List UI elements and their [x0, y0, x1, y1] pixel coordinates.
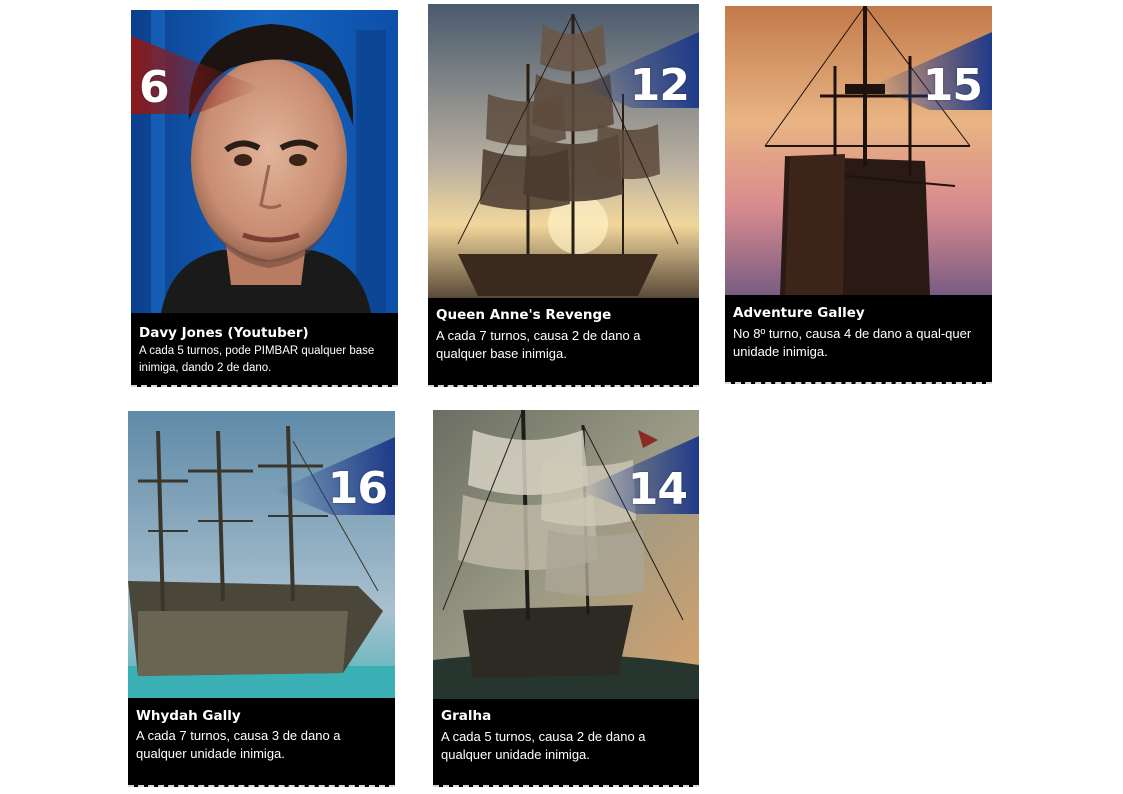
- cost-value: 16: [327, 463, 388, 514]
- card-name: Queen Anne's Revenge: [436, 307, 612, 323]
- card-text: Queen Anne's Revenge A cada 7 turnos, ca…: [428, 298, 699, 385]
- cost-value: 12: [629, 60, 690, 111]
- cost-value: 6: [139, 62, 170, 113]
- card-description: A cada 5 turnos, pode PIMBAR qualquer ba…: [139, 345, 375, 374]
- card-name: Whydah Gally: [136, 708, 241, 724]
- card-description: A cada 7 turnos, causa 2 de dano a qualq…: [436, 328, 641, 361]
- card-text: Adventure Galley No 8º turno, causa 4 de…: [725, 295, 992, 382]
- card-description: A cada 7 turnos, causa 3 de dano a qualq…: [136, 728, 341, 761]
- card-davy-jones[interactable]: 6 Davy Jones (Youtuber) A cada 5 turnos,…: [131, 10, 398, 387]
- card-description: A cada 5 turnos, causa 2 de dano a qualq…: [441, 729, 646, 762]
- card-name: Davy Jones (Youtuber): [139, 325, 309, 341]
- card-text: Whydah Gally A cada 7 turnos, causa 3 de…: [128, 698, 395, 785]
- card-text: Davy Jones (Youtuber) A cada 5 turnos, p…: [131, 313, 398, 385]
- card-adventure-galley[interactable]: 15 Adventure Galley No 8º turno, causa 4…: [725, 6, 992, 384]
- cost-value: 14: [627, 464, 688, 515]
- card-name: Adventure Galley: [733, 305, 865, 321]
- cost-value: 15: [922, 60, 983, 111]
- card-name: Gralha: [441, 708, 492, 724]
- card-queen-annes-revenge[interactable]: 12 Queen Anne's Revenge A cada 7 turnos,…: [428, 4, 699, 387]
- card-gralha[interactable]: 14 Gralha A cada 5 turnos, causa 2 de da…: [433, 410, 699, 787]
- card-description: No 8º turno, causa 4 de dano a qual-quer…: [733, 326, 972, 359]
- card-whydah-gally[interactable]: 16 Whydah Gally A cada 7 turnos, causa 3…: [128, 411, 395, 787]
- card-text: Gralha A cada 5 turnos, causa 2 de dano …: [433, 699, 699, 785]
